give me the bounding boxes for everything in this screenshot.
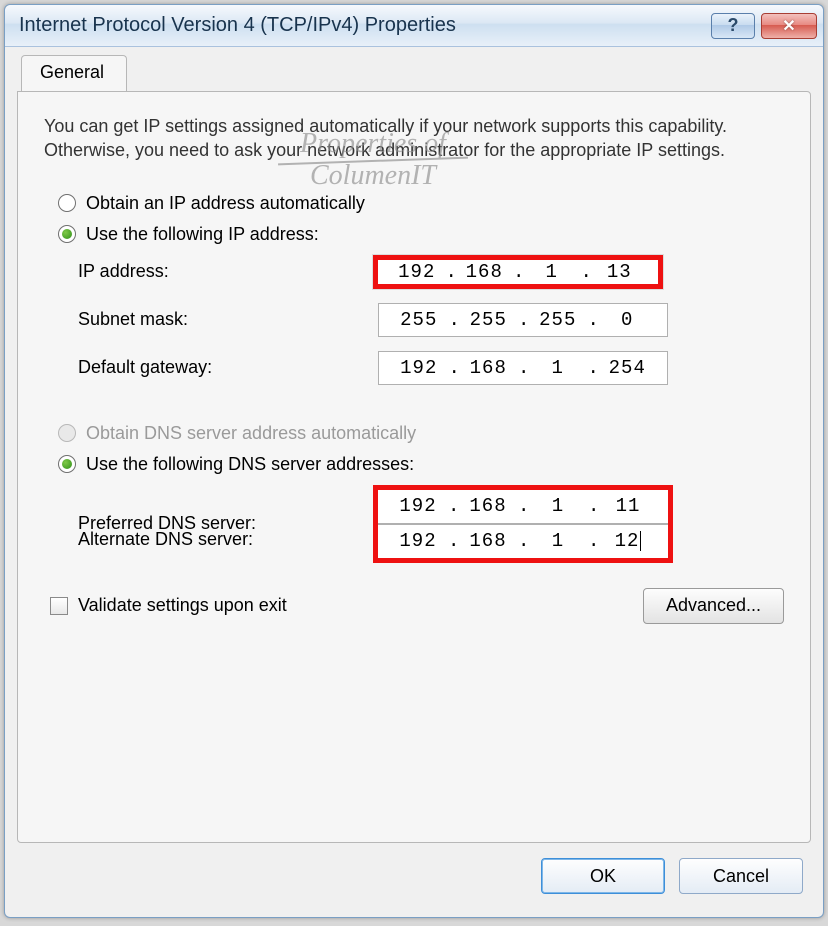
radio-ip-manual[interactable] (58, 225, 76, 243)
default-gateway-row: Default gateway: 192. 168. 1. 254 (78, 351, 784, 385)
mask-oct1[interactable]: 255 (389, 309, 449, 331)
client-area: General You can get IP settings assigned… (5, 47, 823, 917)
radio-dns-manual[interactable] (58, 455, 76, 473)
ip-oct3[interactable]: 1 (523, 261, 581, 283)
ip-address-row: IP address: 192. 168. 1. 13 (78, 255, 784, 289)
radio-dns-manual-label: Use the following DNS server addresses: (86, 454, 414, 475)
text-caret (640, 531, 641, 551)
watermark-line2: ColumenIT (278, 162, 468, 190)
radio-ip-auto[interactable] (58, 194, 76, 212)
radio-ip-manual-label: Use the following IP address: (86, 224, 319, 245)
pref-oct4[interactable]: 11 (598, 495, 658, 517)
close-button[interactable]: ✕ (761, 13, 817, 39)
alt-oct3[interactable]: 1 (528, 530, 588, 552)
dns-group: Obtain DNS server address automatically … (58, 419, 784, 564)
radio-ip-auto-row[interactable]: Obtain an IP address automatically (58, 193, 784, 214)
alt-oct2[interactable]: 168 (458, 530, 518, 552)
alt-oct1[interactable]: 192 (388, 530, 448, 552)
default-gateway-label: Default gateway: (78, 357, 378, 378)
pref-oct3[interactable]: 1 (528, 495, 588, 517)
tab-strip: General (17, 53, 811, 91)
ip-oct4[interactable]: 13 (591, 261, 649, 283)
ip-address-label: IP address: (78, 261, 378, 282)
validate-checkbox[interactable] (50, 597, 68, 615)
gw-oct1[interactable]: 192 (389, 357, 449, 379)
ok-button[interactable]: OK (541, 858, 665, 894)
tab-general-label: General (40, 62, 104, 82)
gw-oct4[interactable]: 254 (598, 357, 658, 379)
subnet-mask-row: Subnet mask: 255. 255. 255. 0 (78, 303, 784, 337)
cancel-button[interactable]: Cancel (679, 858, 803, 894)
gw-oct3[interactable]: 1 (528, 357, 588, 379)
preferred-dns-input[interactable]: 192. 168. 1. 11 (378, 490, 668, 524)
mask-oct4[interactable]: 0 (598, 309, 658, 331)
radio-dns-auto (58, 424, 76, 442)
pref-oct2[interactable]: 168 (458, 495, 518, 517)
dns-input-group: 192. 168. 1. 11 192. 168. 1. 12 (373, 485, 673, 563)
close-icon: ✕ (782, 16, 795, 36)
pref-oct1[interactable]: 192 (388, 495, 448, 517)
titlebar[interactable]: Internet Protocol Version 4 (TCP/IPv4) P… (5, 5, 823, 47)
radio-dns-auto-row: Obtain DNS server address automatically (58, 423, 784, 444)
subnet-mask-label: Subnet mask: (78, 309, 378, 330)
gw-oct2[interactable]: 168 (459, 357, 519, 379)
mask-oct2[interactable]: 255 (459, 309, 519, 331)
help-button[interactable]: ? (711, 13, 755, 39)
mask-oct3[interactable]: 255 (528, 309, 588, 331)
alt-oct4[interactable]: 12 (598, 530, 658, 552)
alternate-dns-label: Alternate DNS server: (78, 529, 378, 550)
dialog-footer: OK Cancel (17, 847, 811, 905)
subnet-mask-input[interactable]: 255. 255. 255. 0 (378, 303, 668, 337)
ip-oct2[interactable]: 168 (456, 261, 514, 283)
radio-ip-auto-label: Obtain an IP address automatically (86, 193, 365, 214)
validate-label: Validate settings upon exit (78, 595, 287, 616)
advanced-button[interactable]: Advanced... (643, 588, 784, 624)
dialog-window: Internet Protocol Version 4 (TCP/IPv4) P… (4, 4, 824, 918)
description-text: You can get IP settings assigned automat… (44, 114, 784, 163)
help-icon: ? (728, 15, 739, 36)
radio-dns-manual-row[interactable]: Use the following DNS server addresses: (58, 454, 784, 475)
window-title: Internet Protocol Version 4 (TCP/IPv4) P… (19, 14, 705, 37)
tab-general[interactable]: General (21, 55, 127, 91)
ip-oct1[interactable]: 192 (388, 261, 446, 283)
radio-ip-manual-row[interactable]: Use the following IP address: (58, 224, 784, 245)
default-gateway-input[interactable]: 192. 168. 1. 254 (378, 351, 668, 385)
tab-panel-general: You can get IP settings assigned automat… (17, 91, 811, 843)
validate-row: Validate settings upon exit Advanced... (50, 588, 784, 624)
ip-group: Obtain an IP address automatically Use t… (58, 189, 784, 399)
alternate-dns-input[interactable]: 192. 168. 1. 12 (378, 524, 668, 558)
preferred-dns-row: Preferred DNS server: 192. 168. 1. 11 19… (78, 485, 784, 563)
radio-dns-auto-label: Obtain DNS server address automatically (86, 423, 416, 444)
ip-address-input[interactable]: 192. 168. 1. 13 (373, 255, 663, 289)
